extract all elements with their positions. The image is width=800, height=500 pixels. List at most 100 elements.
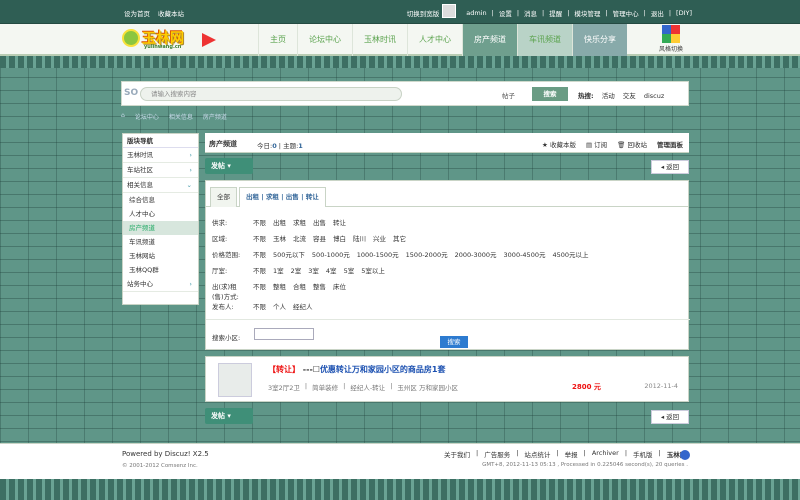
logout-link[interactable]: 退出 bbox=[651, 8, 664, 18]
diy-link[interactable]: [DIY] bbox=[676, 9, 692, 17]
footer-link[interactable]: 举报 bbox=[565, 449, 578, 459]
sidebar-item[interactable]: 相关信息 ⌄ bbox=[123, 178, 198, 193]
footer-link[interactable]: Archiver bbox=[592, 449, 619, 459]
filter-option[interactable]: 个人 bbox=[273, 301, 286, 311]
filter-option[interactable]: 不限 bbox=[253, 301, 266, 311]
set-home-link[interactable]: 设为首页 bbox=[124, 10, 150, 18]
filter-option[interactable]: 不限 bbox=[253, 265, 266, 275]
filter-option[interactable]: 2室 bbox=[291, 265, 302, 275]
filter-option[interactable]: 北流 bbox=[293, 233, 306, 243]
search-input[interactable]: 请输入搜索内容 bbox=[140, 87, 402, 101]
filter-option[interactable]: 不限 bbox=[253, 281, 266, 301]
tab-types[interactable]: 出租 | 求租 | 出售 | 转让 bbox=[239, 187, 326, 207]
home-icon[interactable]: ⌂ bbox=[121, 112, 125, 122]
filter-option[interactable]: 4500元以上 bbox=[552, 249, 588, 259]
subscribe-button[interactable]: ▤ 订阅 bbox=[586, 139, 607, 149]
filter-option[interactable]: 出租 bbox=[273, 217, 286, 227]
post-button[interactable]: 发帖 ▾ bbox=[205, 158, 253, 174]
notice-link[interactable]: 提醒 bbox=[549, 8, 562, 18]
thread-row[interactable]: 【转让】 ---☐优惠转让万和家园小区的商品房1套 3室2厅2卫 | 简单装修 | 经纪… bbox=[205, 356, 689, 402]
filter-option[interactable]: 整租 bbox=[273, 281, 286, 301]
filter-option[interactable]: 求租 bbox=[293, 217, 306, 227]
nav-item-jobs[interactable]: 人才中心 bbox=[407, 24, 462, 56]
back-button[interactable]: ◂ 返回 bbox=[651, 160, 689, 174]
footer-link[interactable]: 关于我们 bbox=[444, 449, 470, 459]
site-logo[interactable]: 玉林网 yulinwang.cn bbox=[120, 26, 228, 52]
filter-option[interactable]: 转让 bbox=[333, 217, 346, 227]
back-button-bottom[interactable]: ◂ 返回 bbox=[651, 410, 689, 424]
search-logo: SO bbox=[124, 88, 139, 98]
filter-option[interactable]: 1500-2000元 bbox=[406, 249, 448, 259]
sidebar-title: 版块导航 bbox=[123, 134, 198, 148]
filter-option[interactable]: 不限 bbox=[253, 217, 266, 227]
thread-thumbnail[interactable] bbox=[218, 363, 252, 397]
nav-item-home[interactable]: 主页 bbox=[258, 24, 297, 56]
filter-option[interactable]: 兴业 bbox=[373, 233, 386, 243]
filter-label: 发布人: bbox=[212, 303, 234, 311]
admin-panel-button[interactable]: 管理面板 bbox=[657, 139, 683, 149]
nav-item-realestate[interactable]: 房产频道 bbox=[462, 24, 517, 56]
filter-option[interactable]: 其它 bbox=[393, 233, 406, 243]
sidebar-subitem[interactable]: 玉林QQ群 bbox=[123, 263, 198, 277]
filter-row: 价格范围: 不限 500元以下 500-1000元 1000-1500元 1500-200… bbox=[212, 249, 589, 259]
settings-link[interactable]: 设置 bbox=[499, 8, 512, 18]
filter-option[interactable]: 不限 bbox=[253, 249, 266, 259]
area-search-input[interactable] bbox=[254, 328, 314, 340]
hot-link[interactable]: discuz bbox=[644, 92, 664, 100]
filter-option[interactable]: 4室 bbox=[326, 265, 337, 275]
hot-link[interactable]: 交友 bbox=[623, 92, 636, 100]
filter-option[interactable]: 2000-3000元 bbox=[455, 249, 497, 259]
filter-option[interactable]: 不限 bbox=[253, 233, 266, 243]
sidebar-subitem[interactable]: 综合信息 bbox=[123, 193, 198, 207]
footer-link[interactable]: 站点统计 bbox=[524, 449, 550, 459]
filter-option[interactable]: 整售 bbox=[313, 281, 326, 301]
filter-option[interactable]: 经纪人 bbox=[293, 301, 313, 311]
filter-option[interactable]: 1室 bbox=[273, 265, 284, 275]
filter-option[interactable]: 1000-1500元 bbox=[357, 249, 399, 259]
sidebar-item[interactable]: 站务中心 › bbox=[123, 277, 198, 292]
module-admin-link[interactable]: 模块管理 bbox=[574, 8, 600, 18]
sidebar-subitem[interactable]: 车讯频道 bbox=[123, 235, 198, 249]
nav-item-news[interactable]: 玉林时讯 bbox=[352, 24, 407, 56]
filter-option[interactable]: 5室以上 bbox=[361, 265, 385, 275]
filter-option[interactable]: 500元以下 bbox=[273, 249, 305, 259]
footer-link[interactable]: 广告服务 bbox=[484, 449, 510, 459]
style-switch-button[interactable]: 风格切换 bbox=[652, 24, 690, 56]
post-button-bottom[interactable]: 发帖 ▾ bbox=[205, 408, 253, 424]
bookmark-link[interactable]: 收藏本站 bbox=[158, 10, 184, 18]
nav-item-forum[interactable]: 论坛中心 bbox=[297, 24, 352, 56]
filter-option[interactable]: 3000-4500元 bbox=[504, 249, 546, 259]
sidebar-item[interactable]: 车站社区 › bbox=[123, 163, 198, 178]
filter-option[interactable]: 出售 bbox=[313, 217, 326, 227]
sidebar-subitem[interactable]: 玉林网站 bbox=[123, 249, 198, 263]
footer-link[interactable]: 手机版 bbox=[633, 449, 653, 459]
filter-option[interactable]: 500-1000元 bbox=[312, 249, 350, 259]
filter-option[interactable]: 床位 bbox=[333, 281, 346, 301]
search-scope-select[interactable]: 帖子 bbox=[502, 90, 515, 100]
hot-link[interactable]: 活动 bbox=[602, 92, 615, 100]
breadcrumb-item[interactable]: 论坛中心 bbox=[135, 112, 159, 122]
filter-option[interactable]: 陆川 bbox=[353, 233, 366, 243]
messages-link[interactable]: 消息 bbox=[524, 8, 537, 18]
filter-option[interactable]: 3室 bbox=[308, 265, 319, 275]
tab-all[interactable]: 全部 bbox=[210, 187, 237, 207]
filter-option[interactable]: 合租 bbox=[293, 281, 306, 301]
sidebar-item[interactable]: 玉林时讯 › bbox=[123, 148, 198, 163]
filter-option[interactable]: 5室 bbox=[344, 265, 355, 275]
filter-option[interactable]: 容县 bbox=[313, 233, 326, 243]
filter-option[interactable]: 博白 bbox=[333, 233, 346, 243]
switch-width-link[interactable]: 切换到宽版 bbox=[407, 8, 440, 18]
favorite-forum-button[interactable]: ★ 收藏本版 bbox=[542, 139, 576, 149]
area-search-button[interactable]: 搜索 bbox=[440, 336, 468, 348]
search-button[interactable]: 搜索 bbox=[532, 87, 568, 101]
sidebar-subitem[interactable]: 人才中心 bbox=[123, 207, 198, 221]
thread-title[interactable]: 【转让】 ---☐优惠转让万和家园小区的商品房1套 bbox=[268, 364, 446, 375]
sidebar-subitem[interactable]: 房产频道 bbox=[123, 221, 198, 235]
recycle-bin-button[interactable]: 🗑 回收站 bbox=[617, 139, 647, 149]
nav-item-share[interactable]: 快乐分享 bbox=[572, 24, 627, 56]
nav-item-cars[interactable]: 车讯频道 bbox=[517, 24, 572, 56]
admin-center-link[interactable]: 管理中心 bbox=[613, 8, 639, 18]
username-link[interactable]: admin bbox=[466, 9, 486, 17]
breadcrumb-item[interactable]: 相关信息 bbox=[169, 112, 193, 122]
filter-option[interactable]: 玉林 bbox=[273, 233, 286, 243]
